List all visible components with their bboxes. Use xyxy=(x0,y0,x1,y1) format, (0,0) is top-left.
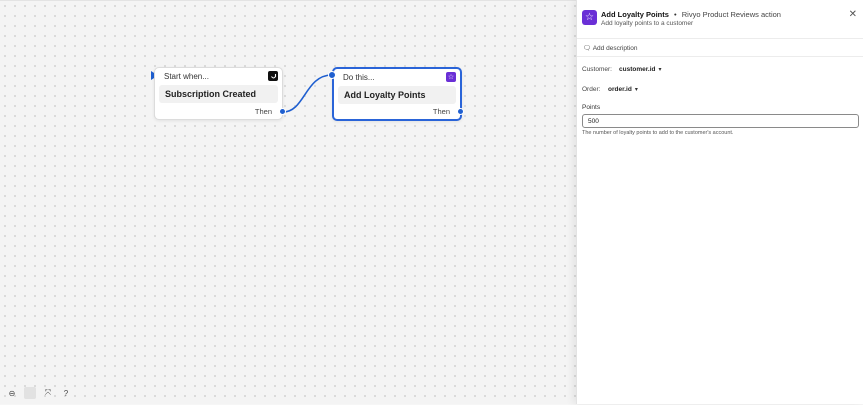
chevron-down-icon[interactable]: ▾ xyxy=(658,66,661,73)
zoom-in-icon[interactable] xyxy=(24,387,36,399)
add-description-button[interactable]: 🗨 Add description xyxy=(577,38,863,57)
order-field: Order: order.id ▾ xyxy=(582,86,638,93)
panel-title: Add Loyalty Points • Rivyo Product Revie… xyxy=(601,10,781,19)
trigger-output-port[interactable] xyxy=(279,108,286,115)
action-node-then-label: Then xyxy=(432,107,450,116)
action-title: Add Loyalty Points xyxy=(601,10,669,19)
points-input[interactable] xyxy=(582,114,859,128)
customer-label: Customer: xyxy=(582,66,612,73)
action-input-port[interactable] xyxy=(328,71,336,79)
customer-field: Customer: customer.id ▾ xyxy=(582,66,662,73)
app-name: Rivyo Product Reviews action xyxy=(681,10,781,19)
canvas-controls: ⊖ ⤧ ? xyxy=(6,387,72,399)
order-select[interactable]: order.id xyxy=(608,86,632,93)
customer-select[interactable]: customer.id xyxy=(619,66,655,73)
trigger-node[interactable]: Start when... Subscription Created Then xyxy=(154,67,283,120)
panel-subtitle: Add loyalty points to a customer xyxy=(601,20,694,27)
add-description-label: Add description xyxy=(592,45,638,52)
order-label: Order: xyxy=(582,86,601,93)
title-separator: • xyxy=(674,10,677,19)
action-output-port[interactable] xyxy=(457,108,464,115)
comment-icon: 🗨 xyxy=(583,45,592,52)
star-badge-icon: ☆ xyxy=(582,10,597,25)
action-node-title: Add Loyalty Points xyxy=(338,86,456,104)
trigger-node-header: Start when... xyxy=(164,72,209,81)
action-settings-panel: ☆ Add Loyalty Points • Rivyo Product Rev… xyxy=(576,0,863,404)
panel-header: ☆ Add Loyalty Points • Rivyo Product Rev… xyxy=(577,0,863,39)
help-icon[interactable]: ? xyxy=(60,387,72,399)
close-icon[interactable]: ✕ xyxy=(849,9,857,20)
trigger-node-title: Subscription Created xyxy=(159,85,278,103)
connection-wire xyxy=(282,74,333,113)
star-badge-icon: ☆ xyxy=(446,72,456,82)
action-node[interactable]: Do this... ☆ Add Loyalty Points Then xyxy=(332,67,462,121)
j-logo-icon xyxy=(268,71,278,81)
fit-view-icon[interactable]: ⤧ xyxy=(42,387,54,399)
workflow-canvas[interactable]: Start when... Subscription Created Then … xyxy=(0,0,576,404)
action-node-header: Do this... xyxy=(343,73,375,82)
points-help-text: The number of loyalty points to add to t… xyxy=(582,130,734,136)
points-label: Points xyxy=(582,104,601,111)
zoom-out-icon[interactable]: ⊖ xyxy=(6,387,18,399)
chevron-down-icon[interactable]: ▾ xyxy=(635,86,638,93)
trigger-node-then-label: Then xyxy=(254,107,272,116)
